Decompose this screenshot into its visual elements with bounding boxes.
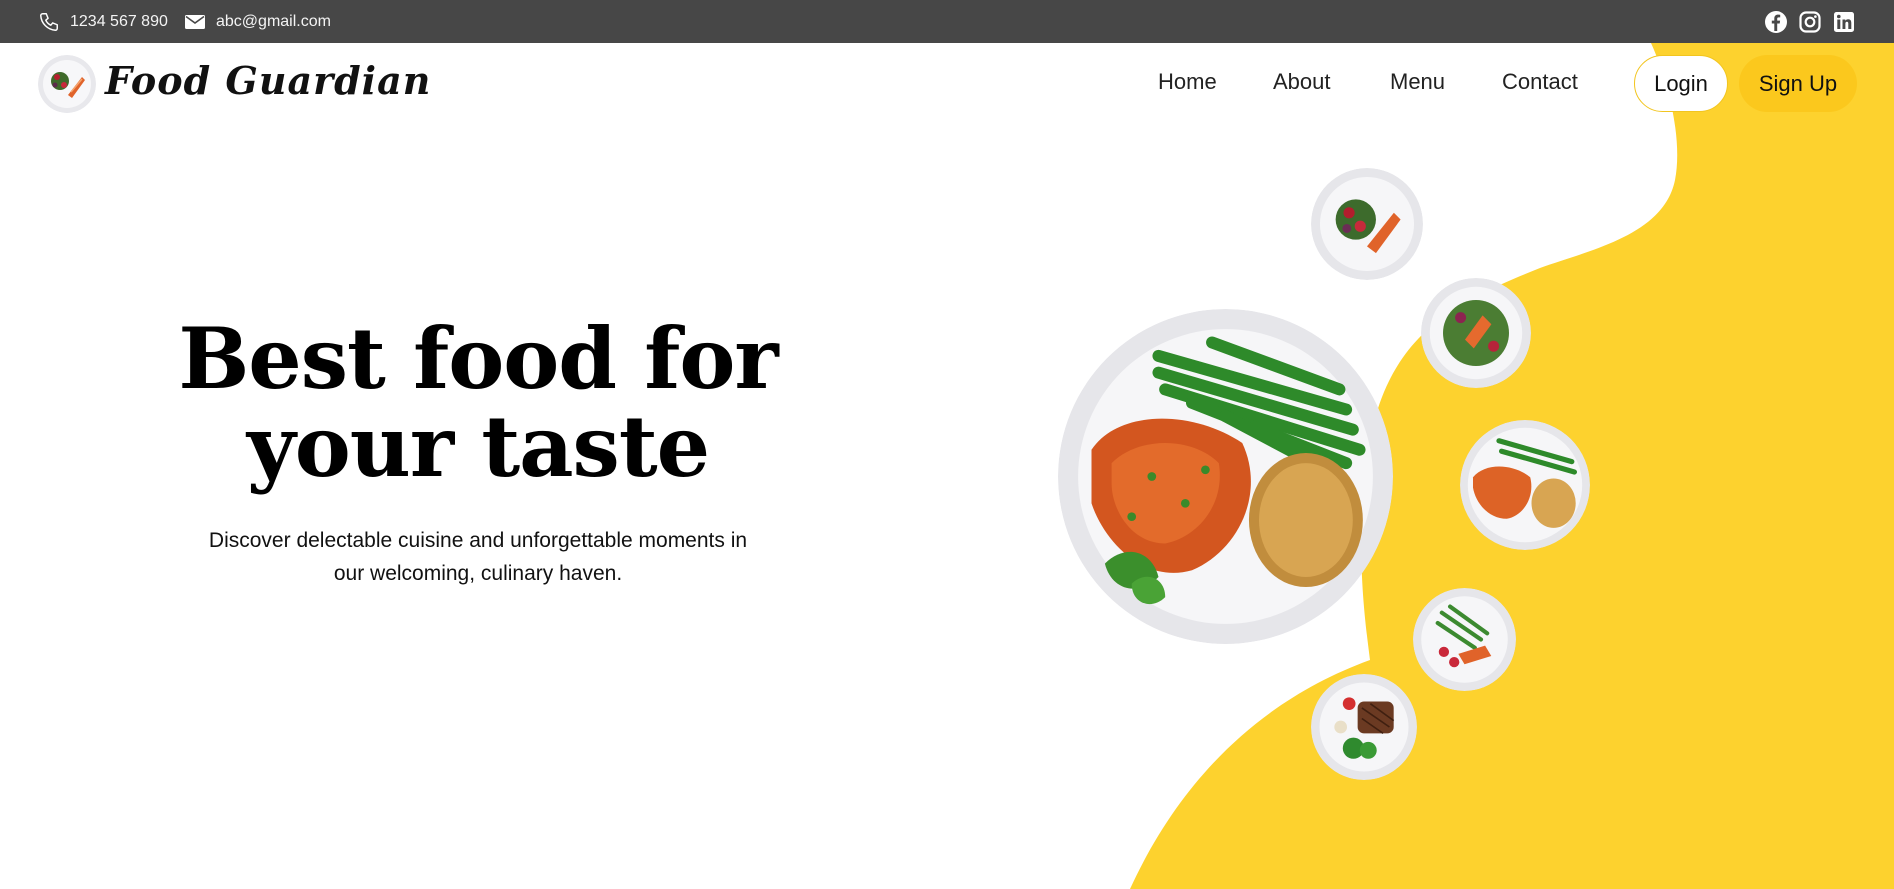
hero-title-line-2: your taste [246, 397, 710, 496]
linkedin-icon[interactable] [1832, 10, 1856, 34]
nav-contact[interactable]: Contact [1502, 69, 1578, 95]
mail-icon [185, 14, 205, 29]
logo[interactable] [38, 55, 96, 113]
hero-subtitle-line-1: Discover delectable cuisine and unforget… [208, 529, 748, 552]
featured-dish-image [1058, 309, 1393, 644]
logo-plate-image [38, 55, 96, 113]
phone-icon [40, 12, 58, 31]
facebook-icon[interactable] [1764, 10, 1788, 34]
top-contact-bar: 1234 567 890 abc@gmail.com [0, 0, 1894, 43]
phone-number: 1234 567 890 [70, 12, 168, 30]
instagram-icon[interactable] [1798, 10, 1822, 34]
dish-thumbnail[interactable] [1311, 674, 1417, 780]
email-contact[interactable]: abc@gmail.com [184, 0, 331, 43]
nav-menu[interactable]: Menu [1390, 69, 1445, 95]
phone-contact[interactable]: 1234 567 890 [38, 0, 168, 43]
login-button[interactable]: Login [1634, 55, 1728, 112]
hero-title-line-1: Best food for [178, 309, 778, 408]
email-address: abc@gmail.com [216, 12, 331, 30]
signup-button[interactable]: Sign Up [1739, 55, 1857, 112]
brand-name[interactable]: Food Guardian [105, 58, 431, 103]
dish-thumbnail[interactable] [1413, 588, 1516, 691]
hero-subtitle-line-2: our welcoming, culinary haven. [333, 562, 623, 585]
dish-thumbnail[interactable] [1311, 168, 1423, 280]
hero-subtitle: Discover delectable cuisine and unforget… [158, 524, 798, 590]
nav-about[interactable]: About [1273, 69, 1331, 95]
dish-thumbnail[interactable] [1460, 420, 1590, 550]
dish-thumbnail[interactable] [1421, 278, 1531, 388]
hero-title: Best food for your taste [128, 315, 828, 491]
nav-home[interactable]: Home [1158, 69, 1217, 95]
